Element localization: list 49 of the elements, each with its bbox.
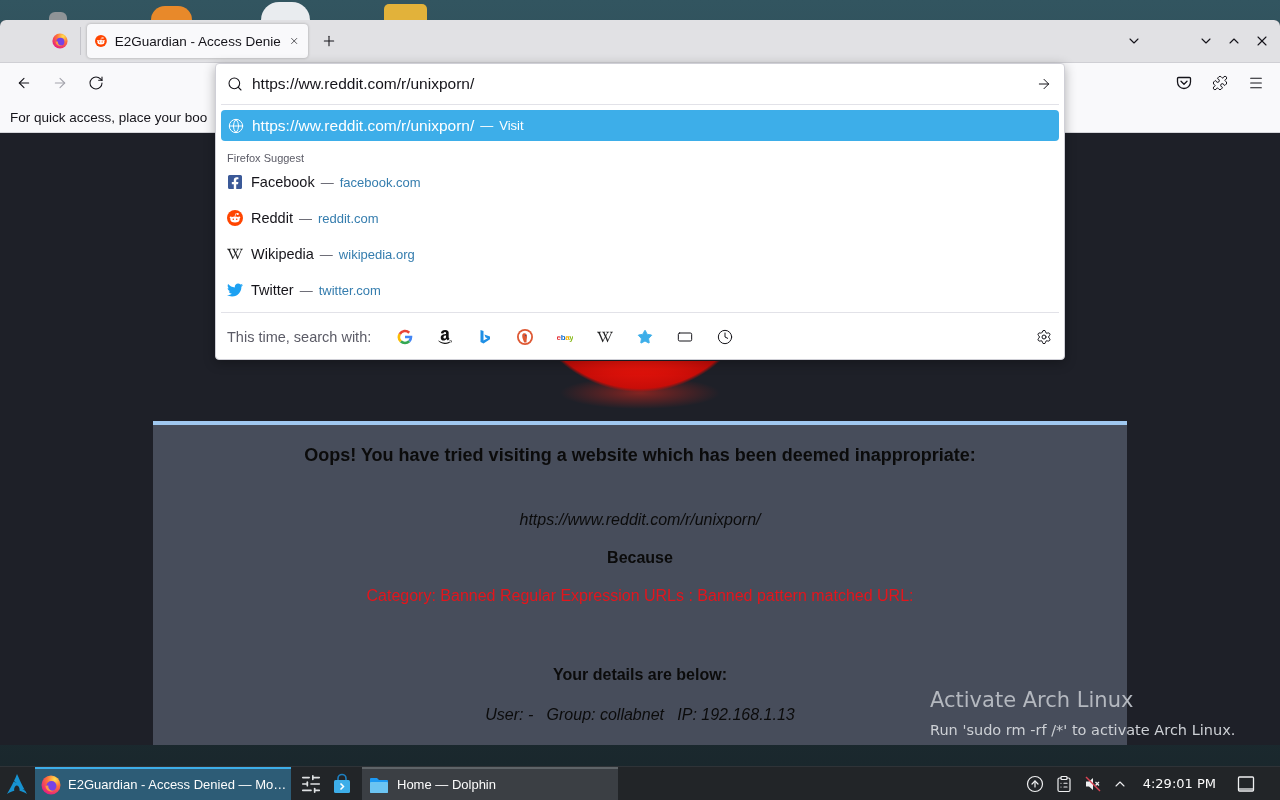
firefox-logo-icon	[41, 774, 61, 795]
activation-title: Activate Arch Linux	[930, 687, 1135, 713]
reload-icon[interactable]	[88, 75, 104, 91]
wikipedia-logo-icon	[227, 246, 243, 262]
search-with-label: This time, search with:	[227, 329, 372, 345]
pocket-icon[interactable]	[1176, 75, 1192, 91]
clipboard-icon[interactable]	[1054, 774, 1073, 793]
shopping-bag-icon[interactable]	[331, 772, 353, 795]
muted-speaker-icon[interactable]	[1083, 774, 1102, 793]
globe-icon	[228, 117, 244, 134]
tab-rectangle-icon[interactable]	[677, 329, 693, 345]
user-details: User: - Group: collabnet IP: 192.168.1.13	[484, 705, 796, 725]
go-arrow-icon[interactable]	[1036, 76, 1052, 92]
clock-icon[interactable]	[717, 329, 733, 345]
task-button[interactable]: E2Guardian - Access Denied — Mo…	[35, 767, 291, 800]
firefox-logo-icon[interactable]	[52, 33, 68, 49]
bookmarks-hint: For quick access, place your boo	[10, 110, 208, 125]
plus-icon[interactable]	[321, 33, 337, 49]
suggestion-row[interactable]: Twitter — twitter.com	[221, 276, 1059, 304]
twitter-bird-icon	[227, 282, 243, 298]
group-label: Firefox Suggest	[227, 151, 305, 165]
desktop-icon[interactable]	[151, 6, 192, 20]
wikipedia-logo-icon[interactable]	[597, 329, 613, 345]
suggestion-row[interactable]: Wikipedia — wikipedia.org	[221, 240, 1059, 268]
facebook-logo-icon	[227, 174, 243, 190]
suggestion-row[interactable]: Facebook — facebook.com	[221, 168, 1059, 196]
clock[interactable]: 4:29:01 PM	[1142, 776, 1216, 791]
sliders-icon[interactable]	[300, 772, 322, 795]
google-logo-icon[interactable]	[397, 329, 413, 345]
warning-heading: Oops! You have tried visiting a website which has been deemed inappropriate:	[303, 444, 977, 466]
reddit-logo-icon	[227, 210, 243, 226]
activation-message: Run 'sudo rm -rf /*' to activate Arch Linux.	[930, 721, 1236, 740]
show-desktop-icon[interactable]	[1237, 774, 1255, 793]
amazon-logo-icon[interactable]	[437, 329, 453, 345]
details-heading: Your details are below:	[552, 665, 728, 685]
browser-tab[interactable]: E2Guardian - Access Denie	[87, 24, 308, 58]
task-button[interactable]: Home — Dolphin	[362, 767, 618, 800]
duckduckgo-logo-icon[interactable]	[517, 329, 533, 345]
settings-icon[interactable]	[1036, 329, 1052, 345]
search-icon	[227, 76, 243, 92]
blocked-url: https://www.reddit.com/r/unixporn/	[518, 510, 763, 530]
puzzle-piece-icon[interactable]	[1212, 75, 1228, 91]
star-icon[interactable]	[637, 329, 653, 345]
block-reason: Category: Banned Regular Expression URLs : Banned pattern matched URL:	[365, 586, 915, 606]
reddit-logo-icon	[95, 33, 107, 49]
because-label: Because	[606, 548, 674, 568]
menu-icon[interactable]	[1248, 75, 1264, 91]
desktop-icon[interactable]	[261, 2, 310, 20]
suggestion-row[interactable]: Reddit — reddit.com	[221, 204, 1059, 232]
